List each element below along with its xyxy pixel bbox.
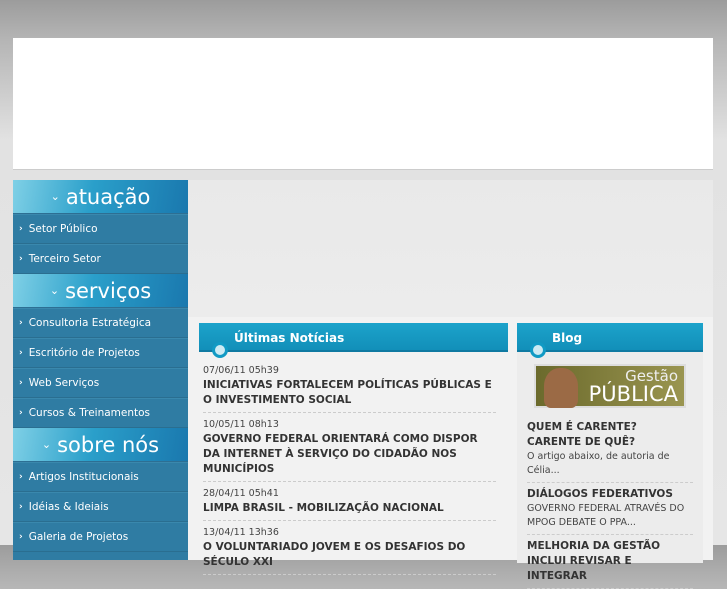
section-title: atuação <box>65 184 151 209</box>
blog-item[interactable]: QUEM É CARENTE? CARENTE DE QUÊ? O artigo … <box>527 416 693 483</box>
section-sobre-nos: ⌄ sobre nós <box>13 428 188 462</box>
news-link[interactable]: LIMPA BRASIL - MOBILIZAÇÃO NACIONAL <box>203 501 496 516</box>
sidebar-item-artigos[interactable]: › Artigos Institucionais <box>13 462 188 492</box>
sidebar-item-consultoria[interactable]: › Consultoria Estratégica <box>13 308 188 338</box>
sidebar-item-label: Artigos Institucionais <box>28 471 139 483</box>
blog-header: Blog <box>517 323 703 358</box>
blog-link[interactable]: QUEM É CARENTE? CARENTE DE QUÊ? <box>527 420 693 450</box>
blog-title: Blog <box>552 331 583 345</box>
header-banner <box>13 38 713 170</box>
circle-icon <box>212 342 228 358</box>
blog-summary: GOVERNO FEDERAL ATRAVÉS DO MPOG DEBATE O… <box>527 503 685 528</box>
blog-link[interactable]: DIÁLOGOS FEDERATIVOS <box>527 487 693 502</box>
blog-item[interactable]: DIÁLOGOS FEDERATIVOS GOVERNO FEDERAL ATRA… <box>527 483 693 535</box>
sidebar-item-ideias[interactable]: › Idéias & Ideiais <box>13 492 188 522</box>
sidebar-item-label: Setor Público <box>28 223 98 235</box>
news-item[interactable]: 10/05/11 08h13 GOVERNO FEDERAL ORIENTARÁ … <box>203 418 496 482</box>
sidebar-item-label: Terceiro Setor <box>28 253 101 265</box>
news-link[interactable]: INICIATIVAS FORTALECEM POLÍTICAS PÚBLICA… <box>203 378 496 408</box>
sidebar-item-label: Idéias & Ideiais <box>28 501 109 513</box>
chevron-right-icon: › <box>19 472 23 482</box>
chevron-right-icon: › <box>19 378 23 388</box>
news-title: Últimas Notícias <box>234 331 345 345</box>
sidebar-item-escritorio[interactable]: › Escritório de Projetos <box>13 338 188 368</box>
blog-box: Blog Gestão PÚBLICA QUEM É CARENTE? CAREN… <box>517 323 703 589</box>
chevron-right-icon: › <box>19 254 23 264</box>
sidebar-item-web-servicos[interactable]: › Web Serviços <box>13 368 188 398</box>
sidebar-item-label: Escritório de Projetos <box>28 347 140 359</box>
news-item[interactable]: 13/04/11 13h36 O VOLUNTARIADO JOVEM E OS … <box>203 526 496 575</box>
news-date: 07/06/11 05h39 <box>203 365 279 376</box>
blog-link[interactable]: MELHORIA DA GESTÃO INCLUI REVISAR E INTE… <box>527 539 693 584</box>
news-item[interactable]: 28/04/11 05h41 LIMPA BRASIL - MOBILIZAÇÃO… <box>203 487 496 521</box>
sidebar-item-terceiro-setor[interactable]: › Terceiro Setor <box>13 244 188 274</box>
news-box: Últimas Notícias 07/06/11 05h39 INICIATIV… <box>199 323 508 580</box>
sidebar-item-cursos[interactable]: › Cursos & Treinamentos <box>13 398 188 428</box>
sidebar-item-galeria[interactable]: › Galeria de Projetos <box>13 522 188 552</box>
chevron-right-icon: › <box>19 348 23 358</box>
chevron-down-icon: ⌄ <box>41 438 52 451</box>
chevron-right-icon: › <box>19 408 23 418</box>
news-date: 28/04/11 05h41 <box>203 488 279 499</box>
sidebar-nav: ⌄ atuação › Setor Público › Terceiro Setor … <box>13 180 188 560</box>
section-title: serviços <box>65 278 152 303</box>
chevron-down-icon: ⌄ <box>50 190 60 203</box>
sidebar-item-setor-publico[interactable]: › Setor Público <box>13 214 188 244</box>
main-content: Últimas Notícias 07/06/11 05h39 INICIATIV… <box>188 180 713 589</box>
logo-text: PÚBLICA <box>588 382 678 406</box>
chevron-right-icon: › <box>19 224 23 234</box>
chevron-down-icon: ⌄ <box>49 284 60 297</box>
chevron-right-icon: › <box>19 318 23 328</box>
news-item[interactable]: 07/06/11 05h39 INICIATIVAS FORTALECEM POL… <box>203 364 496 413</box>
slideshow-area <box>188 180 713 317</box>
blog-item[interactable]: MELHORIA DA GESTÃO INCLUI REVISAR E INTE… <box>527 535 693 589</box>
news-date: 13/04/11 13h36 <box>203 527 279 538</box>
sidebar-item-label: Galeria de Projetos <box>28 531 129 543</box>
section-title: sobre nós <box>57 432 160 457</box>
news-link[interactable]: GOVERNO FEDERAL ORIENTARÁ COMO DISPOR DA… <box>203 432 496 477</box>
blog-summary: O artigo abaixo, de autoria de Célia... <box>527 451 670 476</box>
chevron-right-icon: › <box>19 532 23 542</box>
section-atuacao: ⌄ atuação <box>13 180 188 214</box>
chevron-right-icon: › <box>19 502 23 512</box>
sidebar-item-label: Web Serviços <box>28 377 100 389</box>
sidebar-item-label: Consultoria Estratégica <box>28 317 152 329</box>
portrait-image <box>544 368 578 408</box>
news-header: Últimas Notícias <box>199 323 508 358</box>
section-servicos: ⌄ serviços <box>13 274 188 308</box>
gestao-publica-logo[interactable]: Gestão PÚBLICA <box>534 364 686 408</box>
sidebar-item-label: Cursos & Treinamentos <box>28 407 151 419</box>
circle-icon <box>530 342 546 358</box>
news-date: 10/05/11 08h13 <box>203 419 279 430</box>
